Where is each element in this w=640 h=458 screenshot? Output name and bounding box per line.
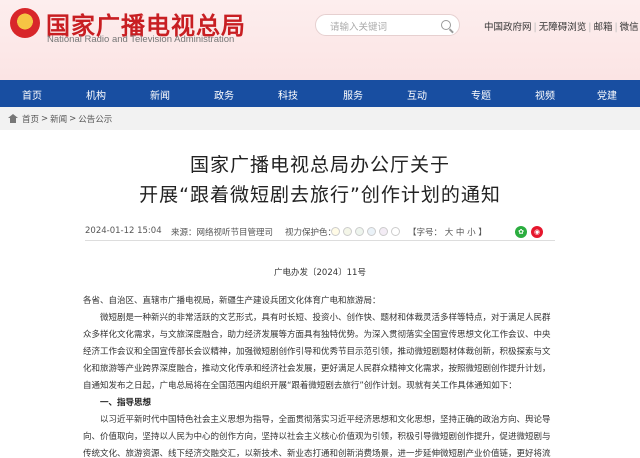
document-number: 广电办发〔2024〕11号 — [274, 268, 366, 278]
eye-care-colors — [331, 227, 400, 236]
meta-divider — [85, 240, 555, 241]
site-subtitle: National Radio and Television Administra… — [47, 34, 235, 45]
site-header: ★ 国家广播电视总局 National Radio and Television… — [0, 0, 640, 80]
paragraph-line: 向、价值取向，坚持以人民为中心的创作方向，坚持以社会主义核心价值观为引领，积极引… — [83, 432, 551, 442]
paragraph-line: 经济工作会议和全国宣传部长会议精神，加强微短剧创作引导和优秀节目示范引领，推动微… — [83, 347, 551, 357]
eye-color-option[interactable] — [391, 227, 400, 236]
link-separator: | — [533, 22, 537, 33]
nav-item-technology[interactable]: 科技 — [278, 87, 298, 102]
paragraph-line: 众多样化文化需求，与文旅深度融合，助力经济发展等方面具有独特优势。为深入贯彻落实… — [83, 330, 551, 340]
nav-item-party[interactable]: 党建 — [597, 87, 617, 102]
eye-color-option[interactable] — [367, 227, 376, 236]
link-separator: | — [588, 22, 592, 33]
section-heading: 一、指导思想 — [83, 398, 152, 408]
wechat-share-icon[interactable]: ✿ — [515, 226, 527, 238]
article-date: 2024-01-12 15:04 — [85, 226, 162, 236]
breadcrumb-home[interactable]: 首页 — [22, 113, 39, 125]
article-source: 来源：网络视听节目管理司 — [171, 228, 274, 238]
search-icon[interactable] — [441, 20, 451, 30]
nav-item-news[interactable]: 新闻 — [150, 87, 170, 102]
main-nav: 首页 机构 新闻 政务 科技 服务 互动 专题 视频 党建 — [0, 80, 640, 107]
article-title-line-1: 国家广播电视总局办公厅关于 — [189, 154, 450, 176]
search-box — [315, 14, 460, 38]
nav-item-interaction[interactable]: 互动 — [407, 87, 427, 102]
breadcrumb-separator: > — [69, 113, 77, 124]
link-separator: | — [614, 22, 618, 33]
top-links: 中国政府网 | 无障碍浏览 | 邮箱 | 微信 — [484, 19, 639, 33]
weibo-share-icon[interactable]: ◉ — [531, 226, 543, 238]
nav-item-topics[interactable]: 专题 — [471, 87, 491, 102]
article-title-line-2: 开展“跟着微短剧去旅行”创作计划的通知 — [139, 184, 501, 206]
nav-item-home[interactable]: 首页 — [22, 87, 42, 102]
nav-item-organization[interactable]: 机构 — [86, 87, 106, 102]
link-wechat[interactable]: 微信 — [620, 22, 639, 33]
eye-color-option[interactable] — [343, 227, 352, 236]
eye-color-option[interactable] — [355, 227, 364, 236]
font-size-control[interactable]: 【字号： 大 中 小 】 — [408, 226, 487, 238]
paragraph-line: 传统文化、旅游资源、线下经济交融交汇，以新技术、新业态打通和创新消费场景，进一步… — [83, 449, 551, 458]
breadcrumb: 首页 > 新闻 > 公告公示 — [0, 107, 640, 130]
article-content: 国家广播电视总局办公厅关于 开展“跟着微短剧去旅行”创作计划的通知 2024-0… — [0, 130, 640, 458]
nav-item-affairs[interactable]: 政务 — [214, 87, 234, 102]
paragraph-line: 自通知发布之日起，广电总局将在全国范围内组织开展“跟着微短剧去旅行”创作计划。现… — [83, 381, 517, 391]
paragraph-line: 各省、自治区、直辖市广播电视局，新疆生产建设兵团文化体育广电和旅游局： — [83, 296, 381, 306]
link-mailbox[interactable]: 邮箱 — [593, 22, 612, 33]
breadcrumb-separator: > — [41, 113, 49, 124]
eye-color-option[interactable] — [331, 227, 340, 236]
link-accessibility[interactable]: 无障碍浏览 — [539, 22, 587, 33]
breadcrumb-announcements[interactable]: 公告公示 — [78, 113, 112, 125]
nav-item-video[interactable]: 视频 — [535, 87, 555, 102]
link-gov-cn[interactable]: 中国政府网 — [484, 22, 532, 33]
share-buttons: ✿ ◉ — [515, 226, 543, 238]
national-emblem-icon[interactable]: ★ — [10, 8, 40, 38]
paragraph-line: 微短剧是一种新兴的非常活跃的文艺形式，具有时长短、投资小、创作快、题材和体裁灵活… — [83, 313, 551, 323]
paragraph-line: 以习近平新时代中国特色社会主义思想为指导，全面贯彻落实习近平经济思想和文化思想，… — [83, 415, 551, 425]
eye-care-label: 视力保护色： — [285, 228, 337, 238]
home-icon — [8, 114, 18, 123]
search-input[interactable] — [316, 17, 436, 38]
breadcrumb-news[interactable]: 新闻 — [50, 113, 67, 125]
nav-item-services[interactable]: 服务 — [343, 87, 363, 102]
paragraph-line: 化和旅游等产业跨界深度融合，推动文化传承和经济社会发展，更好满足人民群众精神文化… — [83, 364, 551, 374]
eye-color-option[interactable] — [379, 227, 388, 236]
